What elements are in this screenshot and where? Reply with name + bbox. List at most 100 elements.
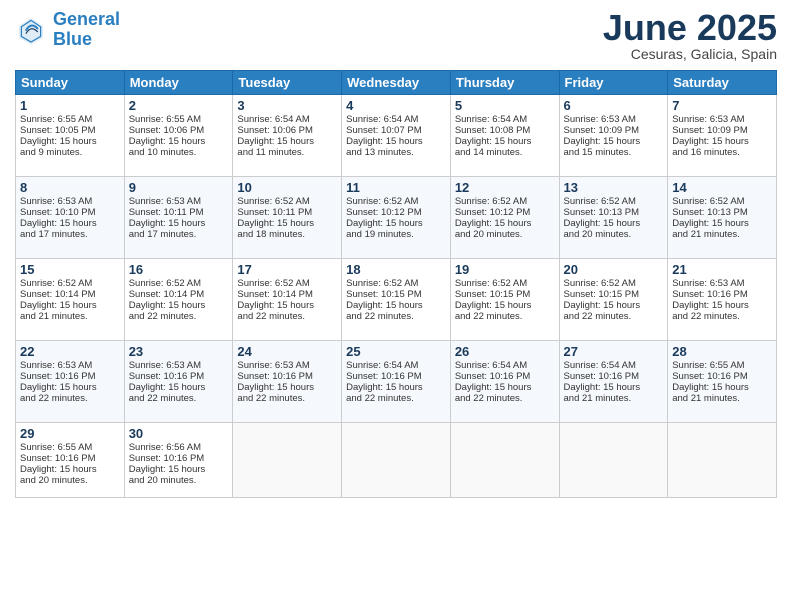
cell-line: Sunrise: 6:55 AM (20, 442, 120, 453)
cell-line: and 22 minutes. (455, 311, 555, 322)
cell-line: Daylight: 15 hours (20, 218, 120, 229)
calendar-cell: 12Sunrise: 6:52 AMSunset: 10:12 PMDaylig… (450, 177, 559, 259)
cell-line: and 19 minutes. (346, 229, 446, 240)
cell-line: Sunrise: 6:52 AM (672, 196, 772, 207)
cell-line: Sunrise: 6:52 AM (455, 278, 555, 289)
day-number: 12 (455, 180, 555, 195)
calendar-cell: 20Sunrise: 6:52 AMSunset: 10:15 PMDaylig… (559, 259, 668, 341)
day-number: 4 (346, 98, 446, 113)
cell-line: Daylight: 15 hours (129, 300, 229, 311)
cell-line: and 20 minutes. (20, 475, 120, 486)
day-header-saturday: Saturday (668, 71, 777, 95)
cell-line: and 17 minutes. (129, 229, 229, 240)
day-number: 24 (237, 344, 337, 359)
calendar-cell: 8Sunrise: 6:53 AMSunset: 10:10 PMDayligh… (16, 177, 125, 259)
cell-line: Sunrise: 6:53 AM (129, 196, 229, 207)
cell-line: and 20 minutes. (455, 229, 555, 240)
cell-line: Daylight: 15 hours (129, 136, 229, 147)
cell-line: Daylight: 15 hours (237, 136, 337, 147)
cell-line: Sunset: 10:11 PM (237, 207, 337, 218)
cell-line: Sunrise: 6:52 AM (346, 278, 446, 289)
cell-line: Sunset: 10:16 PM (20, 453, 120, 464)
cell-line: Daylight: 15 hours (20, 464, 120, 475)
cell-line: Sunrise: 6:54 AM (455, 114, 555, 125)
calendar-cell: 10Sunrise: 6:52 AMSunset: 10:11 PMDaylig… (233, 177, 342, 259)
day-number: 19 (455, 262, 555, 277)
cell-line: Sunrise: 6:56 AM (129, 442, 229, 453)
day-number: 1 (20, 98, 120, 113)
cell-line: Daylight: 15 hours (455, 300, 555, 311)
cell-line: Sunset: 10:16 PM (672, 289, 772, 300)
cell-line: Sunset: 10:14 PM (20, 289, 120, 300)
day-number: 21 (672, 262, 772, 277)
cell-line: Sunset: 10:15 PM (455, 289, 555, 300)
cell-line: Daylight: 15 hours (346, 136, 446, 147)
day-header-wednesday: Wednesday (342, 71, 451, 95)
cell-line: and 22 minutes. (129, 393, 229, 404)
cell-line: and 9 minutes. (20, 147, 120, 158)
day-number: 25 (346, 344, 446, 359)
cell-line: and 13 minutes. (346, 147, 446, 158)
calendar-cell: 29Sunrise: 6:55 AMSunset: 10:16 PMDaylig… (16, 423, 125, 498)
cell-line: Sunrise: 6:53 AM (672, 114, 772, 125)
calendar-cell (233, 423, 342, 498)
calendar-cell (559, 423, 668, 498)
logo-general: General (53, 9, 120, 29)
cell-line: and 20 minutes. (564, 229, 664, 240)
cell-line: Daylight: 15 hours (564, 218, 664, 229)
cell-line: Daylight: 15 hours (20, 300, 120, 311)
calendar-cell: 16Sunrise: 6:52 AMSunset: 10:14 PMDaylig… (124, 259, 233, 341)
cell-line: and 10 minutes. (129, 147, 229, 158)
calendar-header-row: SundayMondayTuesdayWednesdayThursdayFrid… (16, 71, 777, 95)
calendar-week-5: 29Sunrise: 6:55 AMSunset: 10:16 PMDaylig… (16, 423, 777, 498)
day-number: 5 (455, 98, 555, 113)
cell-line: and 22 minutes. (20, 393, 120, 404)
cell-line: and 22 minutes. (672, 311, 772, 322)
cell-line: Sunset: 10:16 PM (564, 371, 664, 382)
cell-line: Sunset: 10:16 PM (129, 371, 229, 382)
cell-line: Daylight: 15 hours (237, 300, 337, 311)
cell-line: Sunset: 10:14 PM (237, 289, 337, 300)
cell-line: Sunrise: 6:52 AM (20, 278, 120, 289)
cell-line: Sunrise: 6:52 AM (564, 196, 664, 207)
calendar-week-2: 8Sunrise: 6:53 AMSunset: 10:10 PMDayligh… (16, 177, 777, 259)
calendar-cell: 1Sunrise: 6:55 AMSunset: 10:05 PMDayligh… (16, 95, 125, 177)
calendar-cell: 22Sunrise: 6:53 AMSunset: 10:16 PMDaylig… (16, 341, 125, 423)
cell-line: Daylight: 15 hours (346, 382, 446, 393)
day-number: 9 (129, 180, 229, 195)
cell-line: and 14 minutes. (455, 147, 555, 158)
cell-line: Daylight: 15 hours (672, 218, 772, 229)
cell-line: Daylight: 15 hours (564, 136, 664, 147)
cell-line: Sunset: 10:15 PM (346, 289, 446, 300)
day-number: 13 (564, 180, 664, 195)
calendar-cell: 5Sunrise: 6:54 AMSunset: 10:08 PMDayligh… (450, 95, 559, 177)
cell-line: Sunrise: 6:53 AM (237, 360, 337, 371)
logo-blue: Blue (53, 29, 92, 49)
cell-line: Sunset: 10:09 PM (672, 125, 772, 136)
calendar-cell: 9Sunrise: 6:53 AMSunset: 10:11 PMDayligh… (124, 177, 233, 259)
cell-line: Sunrise: 6:54 AM (346, 360, 446, 371)
cell-line: Sunrise: 6:52 AM (237, 196, 337, 207)
calendar-cell: 23Sunrise: 6:53 AMSunset: 10:16 PMDaylig… (124, 341, 233, 423)
calendar-cell: 4Sunrise: 6:54 AMSunset: 10:07 PMDayligh… (342, 95, 451, 177)
cell-line: Sunset: 10:16 PM (346, 371, 446, 382)
day-number: 14 (672, 180, 772, 195)
cell-line: Sunset: 10:15 PM (564, 289, 664, 300)
cell-line: Sunset: 10:05 PM (20, 125, 120, 136)
calendar-cell: 15Sunrise: 6:52 AMSunset: 10:14 PMDaylig… (16, 259, 125, 341)
cell-line: Daylight: 15 hours (129, 218, 229, 229)
day-number: 3 (237, 98, 337, 113)
cell-line: Sunrise: 6:52 AM (346, 196, 446, 207)
day-header-sunday: Sunday (16, 71, 125, 95)
cell-line: Sunrise: 6:53 AM (20, 196, 120, 207)
cell-line: and 22 minutes. (346, 393, 446, 404)
day-number: 27 (564, 344, 664, 359)
cell-line: Sunset: 10:16 PM (237, 371, 337, 382)
calendar-week-3: 15Sunrise: 6:52 AMSunset: 10:14 PMDaylig… (16, 259, 777, 341)
logo-icon (15, 14, 47, 46)
cell-line: Sunset: 10:12 PM (346, 207, 446, 218)
cell-line: Daylight: 15 hours (564, 382, 664, 393)
cell-line: Sunset: 10:11 PM (129, 207, 229, 218)
day-header-monday: Monday (124, 71, 233, 95)
cell-line: and 22 minutes. (129, 311, 229, 322)
